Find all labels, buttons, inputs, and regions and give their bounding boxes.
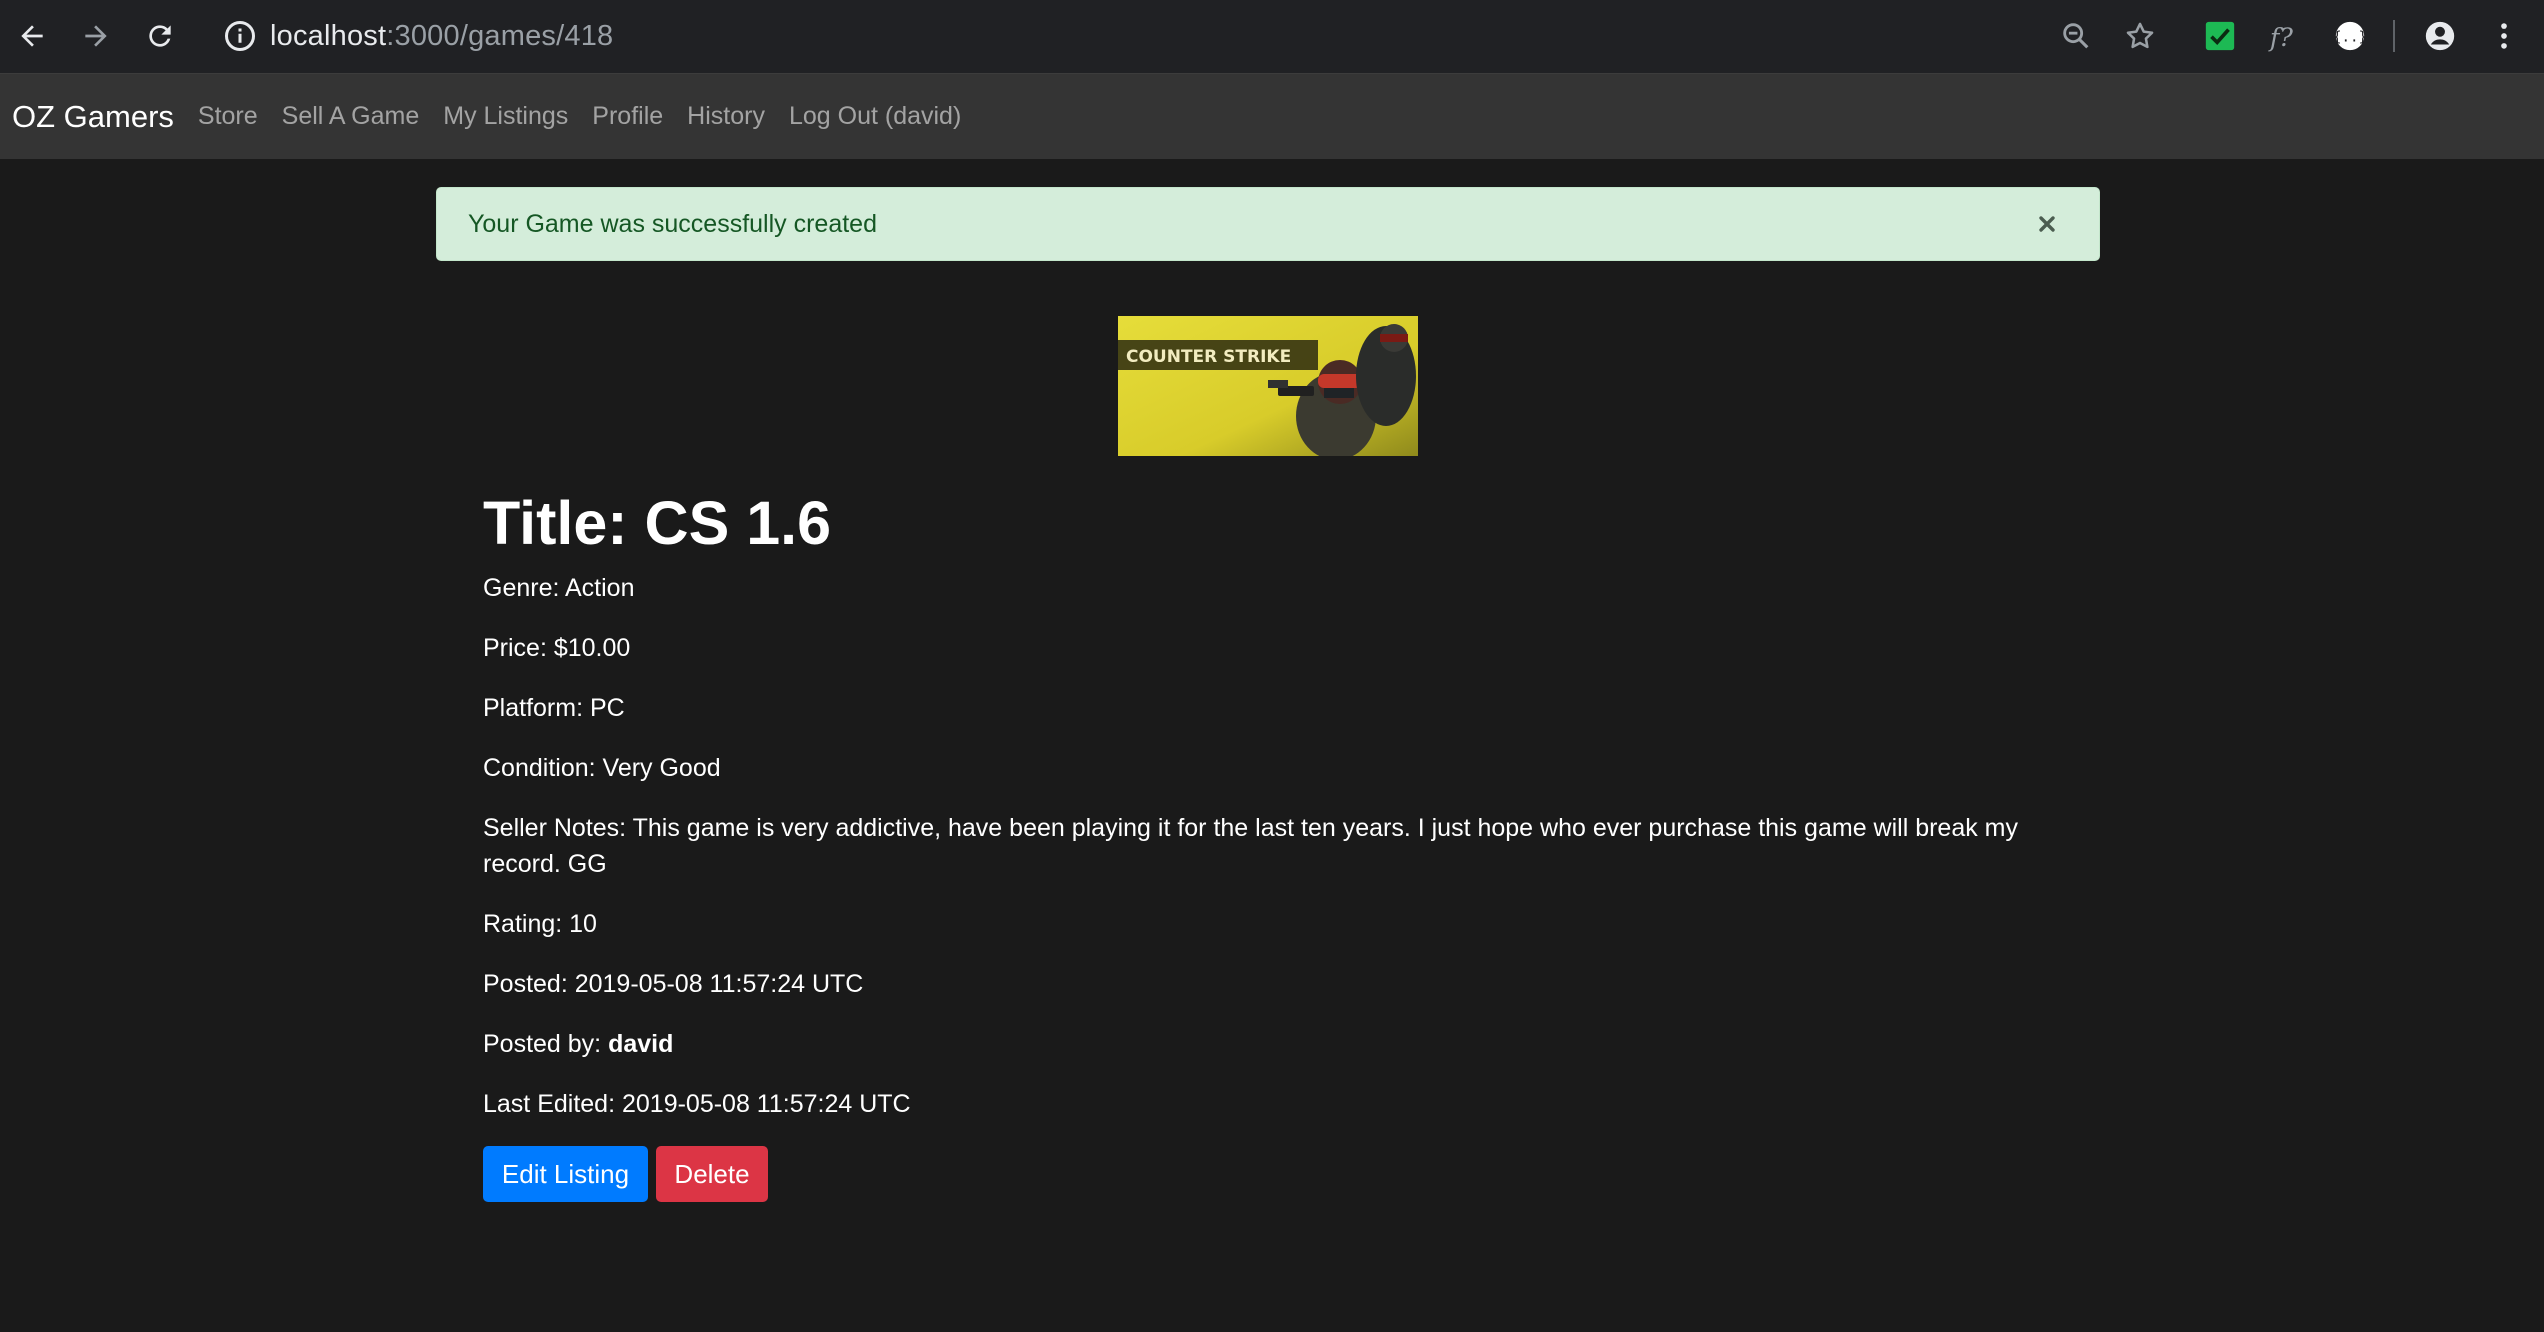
game-details: Title: CS 1.6 Genre: Action Price: $10.0…	[483, 488, 2073, 1118]
reload-button[interactable]	[138, 14, 182, 58]
bookmark-button[interactable]	[2118, 14, 2162, 58]
game-title: Title: CS 1.6	[483, 489, 832, 557]
url-text: localhost:3000/games/418	[270, 20, 613, 53]
star-icon	[2126, 22, 2154, 49]
nav-link-profile[interactable]: Profile	[592, 102, 663, 131]
checkbox-checked-icon	[2205, 21, 2235, 51]
nav-link-history[interactable]: History	[687, 102, 765, 131]
forward-button[interactable]	[74, 14, 118, 58]
arrow-left-icon	[21, 25, 43, 47]
game-condition: Condition: Very Good	[483, 754, 721, 782]
nav-link-my-listings[interactable]: My Listings	[443, 102, 568, 131]
game-seller-notes: Seller Notes: This game is very addictiv…	[483, 814, 2019, 878]
nav-link-sell-a-game[interactable]: Sell A Game	[282, 102, 420, 131]
profile-button[interactable]	[2418, 14, 2462, 58]
brand-link[interactable]: OZ Gamers	[12, 99, 174, 135]
close-icon	[2039, 216, 2055, 232]
success-alert: Your Game was successfully created	[436, 187, 2100, 261]
game-genre: Genre: Action	[483, 574, 635, 602]
game-price: Price: $10.00	[483, 634, 631, 662]
browser-toolbar: localhost:3000/games/418 f? {..}	[0, 0, 2544, 74]
json-viewer-icon: {..}	[2333, 21, 2367, 51]
game-platform: Platform: PC	[483, 694, 625, 722]
game-rating: Rating: 10	[483, 910, 597, 938]
menu-button[interactable]	[2482, 14, 2526, 58]
delete-button[interactable]: Delete	[656, 1146, 768, 1202]
posted-by-label: Posted by:	[483, 1030, 609, 1058]
game-cover-image: COUNTER STRIKE	[1118, 316, 1418, 456]
zoom-out-icon	[2063, 23, 2089, 49]
account-circle-icon	[2425, 21, 2455, 51]
info-icon[interactable]	[222, 18, 258, 54]
arrow-right-icon	[85, 25, 107, 47]
back-button[interactable]	[10, 14, 54, 58]
edit-listing-button[interactable]: Edit Listing	[483, 1146, 648, 1202]
alert-message: Your Game was successfully created	[468, 209, 877, 238]
cover-logo-text: COUNTER STRIKE	[1126, 347, 1291, 367]
extension-json[interactable]: {..}	[2328, 14, 2372, 58]
reload-icon	[149, 25, 171, 47]
zoom-button[interactable]	[2054, 14, 2098, 58]
url-host: localhost	[270, 19, 387, 52]
alert-close-button[interactable]	[2029, 206, 2065, 242]
game-last-edited: Last Edited: 2019-05-08 11:57:24 UTC	[483, 1090, 911, 1118]
app-navbar: OZ Gamers Store Sell A Game My Listings …	[0, 74, 2544, 159]
nav-link-store[interactable]: Store	[198, 102, 258, 131]
game-posted: Posted: 2019-05-08 11:57:24 UTC	[483, 970, 864, 998]
game-posted-by: Posted by: david	[483, 1026, 2073, 1062]
nav-link-log-out[interactable]: Log Out (david)	[789, 102, 961, 131]
extension-check[interactable]	[2198, 14, 2242, 58]
svg-text:{..}: {..}	[2333, 30, 2367, 46]
more-vertical-icon	[2501, 23, 2507, 49]
toolbar-divider	[2393, 20, 2395, 52]
font-question-icon: f?	[2268, 23, 2293, 53]
posted-by-user: david	[608, 1030, 674, 1058]
svg-text:f?: f?	[2268, 23, 2293, 53]
extension-font[interactable]: f?	[2262, 14, 2306, 58]
url-path: :3000/games/418	[386, 19, 614, 52]
counter-strike-cover-art: COUNTER STRIKE	[1118, 316, 1418, 456]
